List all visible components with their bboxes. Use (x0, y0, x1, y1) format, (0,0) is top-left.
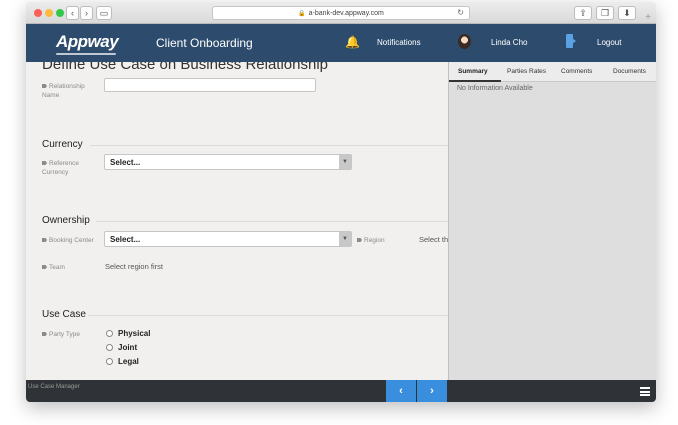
active-tab-indicator (449, 80, 501, 82)
bell-icon[interactable]: 🔔 (345, 35, 360, 49)
user-name[interactable]: Linda Cho (491, 38, 527, 47)
logout-icon[interactable] (566, 34, 576, 48)
notifications-link[interactable]: Notifications (377, 38, 421, 47)
next-button[interactable]: › (417, 380, 447, 402)
url-text: a-bank-dev.appway.com (308, 9, 384, 17)
tabs-button[interactable]: ❐ (596, 6, 614, 20)
form-pane: Define Use Case on Business Relationship… (26, 62, 448, 380)
chevron-left-icon: ‹ (71, 8, 74, 18)
booking-center-label: Booking Center (42, 236, 106, 245)
tabs-icon: ❐ (600, 7, 610, 18)
tag-icon (42, 238, 47, 242)
currency-divider (90, 145, 448, 146)
previous-button[interactable]: ‹ (386, 380, 416, 402)
reference-currency-label: Reference Currency (42, 160, 79, 176)
chevron-right-icon: › (430, 385, 434, 397)
share-button[interactable]: ⇪ (574, 6, 592, 20)
sidebar-icon: ▭ (99, 7, 109, 18)
new-tab-button[interactable]: + (642, 12, 654, 24)
region-value[interactable]: Select th (419, 235, 448, 244)
relationship-name-label: Relationship Name (42, 83, 85, 99)
share-icon: ⇪ (579, 7, 587, 18)
browser-back-button[interactable]: ‹ (66, 6, 79, 20)
browser-toolbar: ‹ › ▭ 🔒 a-bank-dev.appway.com ↻ ⇪ ❐ ⬇ + (26, 2, 656, 24)
tab-summary[interactable]: Summary (458, 68, 488, 75)
reference-currency-value: Select... (110, 158, 141, 167)
summary-panel: Summary Parties Rates Comments Documents… (448, 62, 656, 380)
radio-circle[interactable] (106, 358, 113, 365)
party-type-label: Party Type (42, 330, 96, 339)
browser-window: ‹ › ▭ 🔒 a-bank-dev.appway.com ↻ ⇪ ❐ ⬇ + … (26, 2, 656, 402)
sidebar-toggle-button[interactable]: ▭ (96, 6, 112, 20)
team-value: Select region first (105, 262, 163, 271)
download-button[interactable]: ⬇ (618, 6, 636, 20)
menu-icon[interactable] (640, 387, 650, 396)
browser-forward-button[interactable]: › (80, 6, 93, 20)
avatar[interactable] (458, 34, 471, 49)
ownership-divider (96, 221, 448, 222)
caret-down-icon: ▼ (339, 232, 351, 246)
radio-circle[interactable] (106, 344, 113, 351)
party-type-physical-radio[interactable]: Physical (106, 329, 150, 338)
use-case-heading: Use Case (42, 309, 86, 320)
page-title: Define Use Case on Business Relationship (42, 62, 328, 73)
team-label: Team (42, 263, 96, 272)
lock-icon: 🔒 (298, 10, 306, 17)
booking-center-select[interactable]: Select... ▼ (104, 231, 352, 247)
chevron-right-icon: › (85, 8, 88, 18)
region-label: Region (357, 236, 397, 245)
tag-icon (42, 84, 47, 88)
address-bar[interactable]: 🔒 a-bank-dev.appway.com ↻ (212, 6, 470, 20)
reload-icon[interactable]: ↻ (457, 8, 464, 17)
tab-comments[interactable]: Comments (561, 68, 592, 75)
app-header: Appway Client Onboarding 🔔 Notifications… (26, 24, 656, 62)
use-case-divider (88, 315, 448, 316)
footer-label: Use Case Manager (28, 384, 80, 390)
tab-documents[interactable]: Documents (613, 68, 646, 75)
close-window-button[interactable] (34, 9, 42, 17)
tab-parties-rates[interactable]: Parties Rates (507, 68, 546, 75)
ownership-heading: Ownership (42, 215, 90, 226)
maximize-window-button[interactable] (56, 9, 64, 17)
currency-heading: Currency (42, 139, 83, 150)
chevron-left-icon: ‹ (399, 385, 403, 397)
booking-center-value: Select... (110, 235, 141, 244)
logo-swoosh (56, 53, 116, 55)
tag-icon (42, 265, 47, 269)
panel-tabs: Summary Parties Rates Comments Documents (449, 62, 656, 82)
reference-currency-select[interactable]: Select... ▼ (104, 154, 352, 170)
app-title: Client Onboarding (156, 36, 253, 50)
tag-icon (357, 238, 362, 242)
relationship-name-input[interactable] (104, 78, 316, 92)
empty-state-text: No Information Available (457, 85, 533, 92)
tag-icon (42, 332, 47, 336)
footer-bar: Use Case Manager ‹ › (26, 380, 656, 402)
party-type-legal-radio[interactable]: Legal (106, 357, 139, 366)
logout-link[interactable]: Logout (597, 38, 621, 47)
tag-icon (42, 161, 47, 165)
party-type-joint-radio[interactable]: Joint (106, 343, 137, 352)
minimize-window-button[interactable] (45, 9, 53, 17)
caret-down-icon: ▼ (339, 155, 351, 169)
radio-circle[interactable] (106, 330, 113, 337)
download-icon: ⬇ (623, 7, 631, 18)
appway-logo[interactable]: Appway (56, 32, 119, 52)
